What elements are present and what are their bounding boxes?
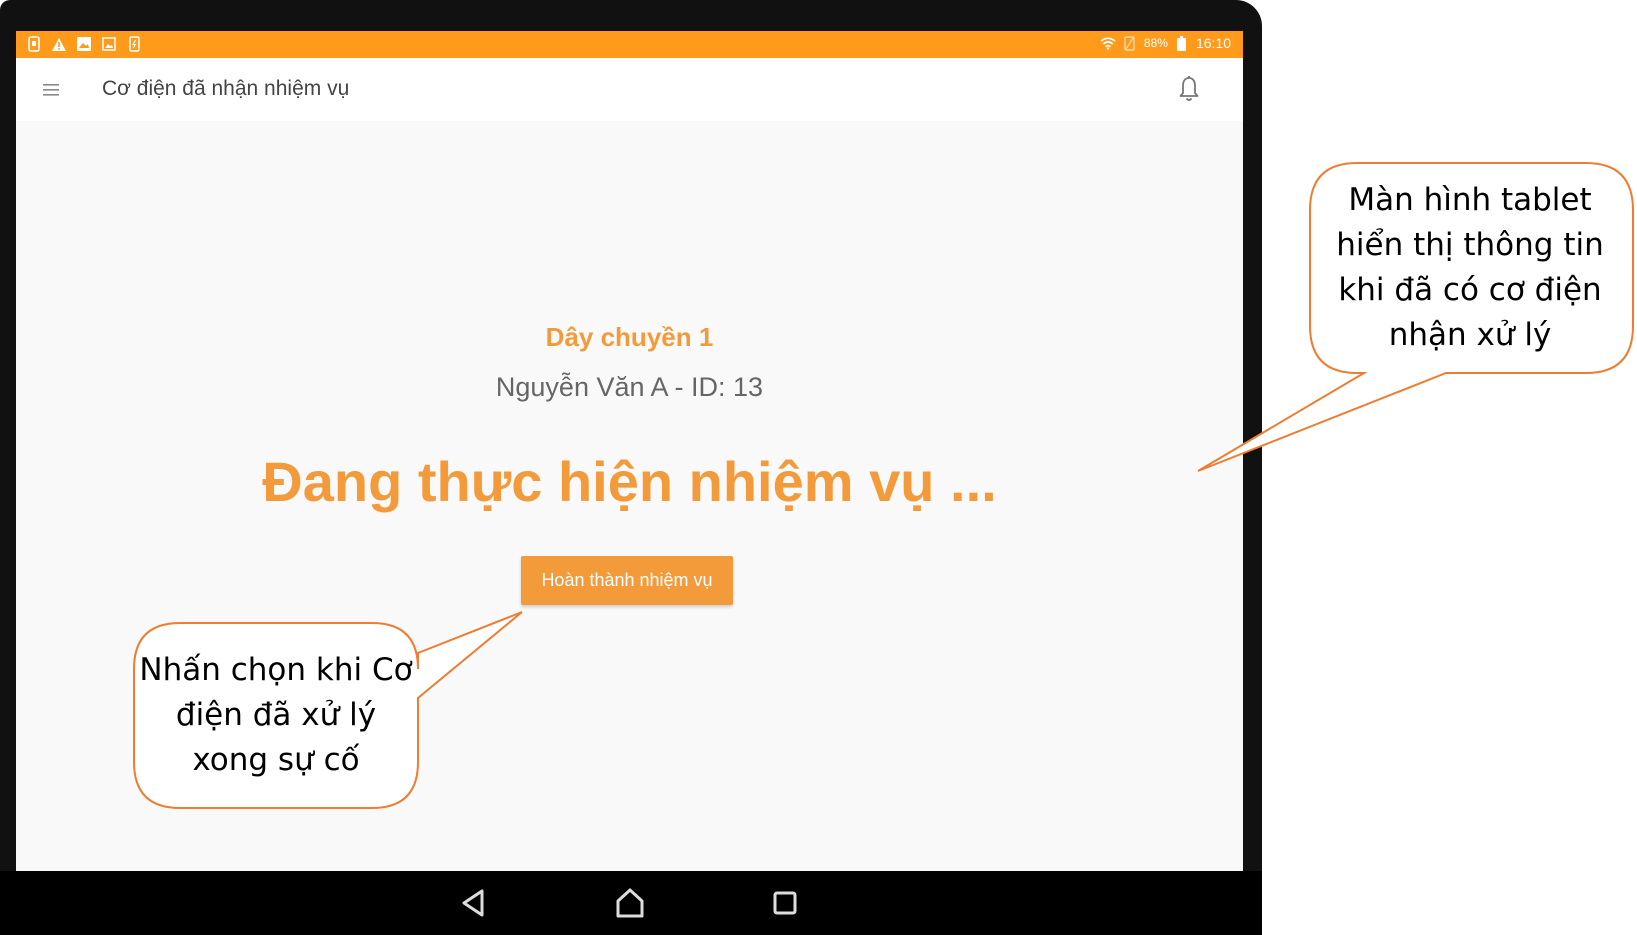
status-bar-system-icons: 88% 16:10: [1100, 35, 1231, 51]
complete-task-button[interactable]: Hoàn thành nhiệm vụ: [521, 556, 733, 605]
hamburger-menu-icon[interactable]: [40, 78, 64, 102]
back-icon[interactable]: [456, 885, 492, 921]
home-icon[interactable]: [612, 885, 648, 921]
tablet-frame: 88% 16:10 Cơ điện đã nhận nhiệm vụ Dây c…: [0, 0, 1262, 935]
status-bar-notification-icons: [26, 36, 142, 52]
wifi-icon: [1100, 35, 1116, 51]
image-icon: [76, 36, 92, 52]
callout-screen-note: Màn hình tablet hiển thị thông tin khi đ…: [1336, 182, 1604, 353]
app-bar: Cơ điện đã nhận nhiệm vụ: [16, 58, 1243, 121]
worker-info: Nguyễn Văn A - ID: 13: [495, 372, 764, 402]
page-title: Cơ điện đã nhận nhiệm vụ: [102, 77, 350, 100]
callout-button-note: Nhấn chọn khi Cơ điện đã xử lý xong sự c…: [139, 652, 413, 778]
production-line-name: Dây chuyền 1: [545, 322, 714, 352]
battery-percent: 88%: [1143, 36, 1168, 50]
battery-icon: [1174, 35, 1190, 51]
task-status-heading: Đang thực hiện nhiệm vụ ...: [262, 450, 997, 513]
android-nav-bar: [0, 871, 1262, 935]
phone-icon: [126, 36, 142, 52]
gallery-icon: [101, 36, 117, 52]
warning-icon: [51, 36, 67, 52]
recents-icon[interactable]: [767, 885, 803, 921]
sim-icon: [26, 36, 42, 52]
bell-icon[interactable]: [1175, 74, 1203, 104]
signal-icon: [1122, 35, 1138, 51]
status-bar-time: 16:10: [1195, 35, 1231, 51]
status-bar: 88% 16:10: [16, 31, 1243, 58]
